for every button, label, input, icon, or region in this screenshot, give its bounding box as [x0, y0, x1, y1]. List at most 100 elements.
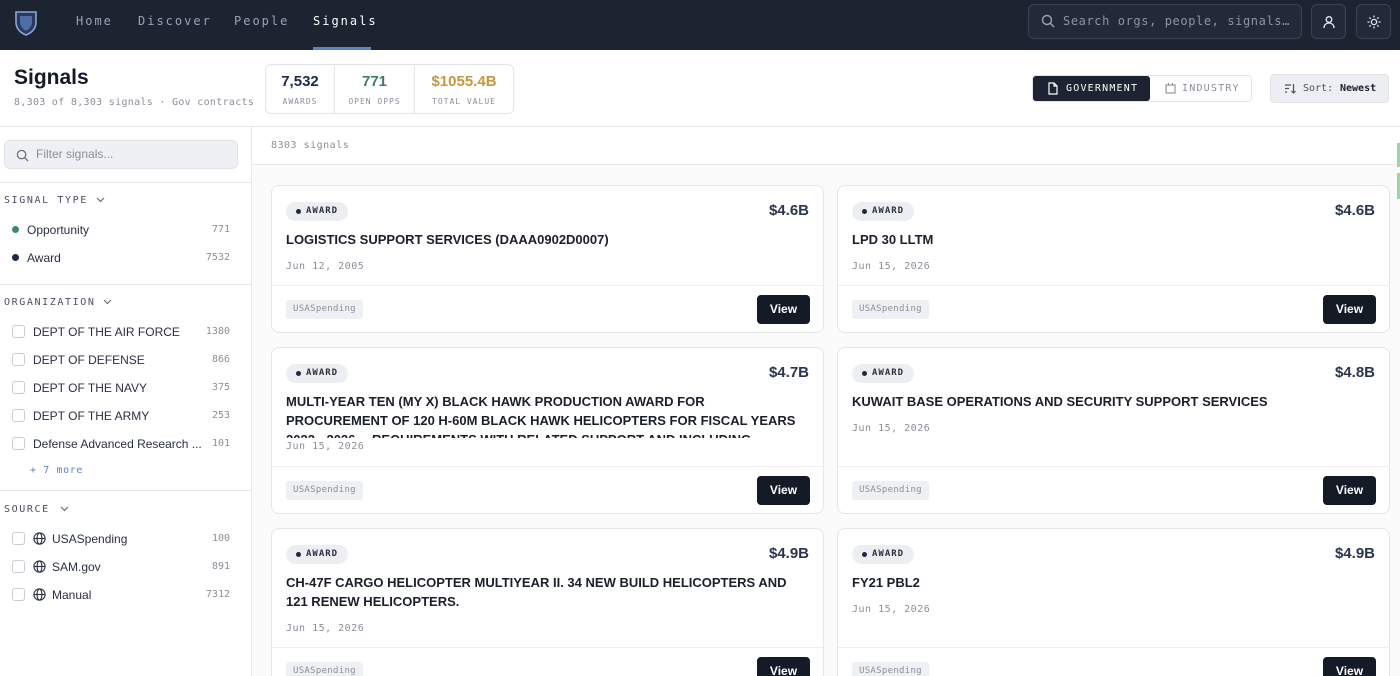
stat-open-opps-label: OPEN OPPS: [348, 97, 401, 106]
org-filter-item[interactable]: DEPT OF DEFENSE 866: [0, 349, 240, 371]
signal-date: Jun 15, 2026: [852, 604, 931, 615]
organization-heading[interactable]: ORGANIZATION: [4, 297, 112, 308]
view-button[interactable]: View: [757, 476, 810, 505]
org-label: DEPT OF THE AIR FORCE: [33, 325, 180, 339]
signal-type-heading[interactable]: SIGNAL TYPE: [4, 195, 105, 206]
signal-date: Jun 12, 2005: [286, 261, 365, 272]
signal-title[interactable]: CH-47F CARGO HELICOPTER MULTIYEAR II. 34…: [286, 573, 809, 611]
source-tag: USASpending: [852, 481, 929, 500]
filters-sidebar: Filter signals... SIGNAL TYPE Opportunit…: [0, 127, 252, 676]
org-filter-item[interactable]: DEPT OF THE ARMY 253: [0, 405, 240, 427]
signal-card[interactable]: AWARD $4.6B LPD 30 LLTM Jun 15, 2026 USA…: [837, 185, 1390, 333]
search-icon: [16, 149, 29, 162]
org-count: 101: [211, 438, 230, 449]
signal-card[interactable]: AWARD $4.8B KUWAIT BASE OPERATIONS AND S…: [837, 347, 1390, 514]
sun-icon: [1367, 15, 1381, 29]
signal-type-label: Opportunity: [27, 223, 90, 237]
sector-toggle: GOVERNMENT INDUSTRY: [1032, 75, 1252, 102]
signal-type-opportunity[interactable]: Opportunity 771: [0, 219, 240, 241]
badge-label: AWARD: [872, 368, 905, 378]
document-icon: [1048, 82, 1058, 95]
view-button[interactable]: View: [1323, 295, 1376, 324]
organization-heading-label: ORGANIZATION: [4, 297, 96, 308]
source-tag: USASpending: [286, 662, 363, 676]
stat-open-opps-value: 771: [361, 73, 388, 90]
nav-home-link[interactable]: Home: [76, 0, 113, 50]
badge-label: AWARD: [306, 549, 339, 559]
view-button[interactable]: View: [757, 657, 810, 676]
signal-title[interactable]: MULTI-YEAR TEN (MY X) BLACK HAWK PRODUCT…: [286, 392, 809, 438]
source-heading[interactable]: SOURCE: [4, 504, 69, 515]
view-button[interactable]: View: [1323, 476, 1376, 505]
badge-label: AWARD: [306, 206, 339, 216]
checkbox[interactable]: [12, 353, 25, 366]
top-navigation-bar: Home Discover People Signals Search orgs…: [0, 0, 1400, 50]
user-profile-button[interactable]: [1311, 4, 1346, 39]
page-subtitle: 8,303 of 8,303 signals · Gov contracts: [14, 97, 255, 108]
source-filter-item[interactable]: SAM.gov 891: [0, 556, 240, 578]
view-button[interactable]: View: [1323, 657, 1376, 676]
signal-type-award[interactable]: Award 7532: [0, 247, 240, 269]
checkbox[interactable]: [12, 560, 25, 573]
view-button[interactable]: View: [757, 295, 810, 324]
signal-title[interactable]: KUWAIT BASE OPERATIONS AND SECURITY SUPP…: [852, 392, 1375, 411]
org-count: 253: [211, 410, 230, 421]
checkbox[interactable]: [12, 588, 25, 601]
nav-people-link[interactable]: People: [234, 0, 289, 50]
badge-label: AWARD: [872, 549, 905, 559]
org-filter-item[interactable]: Defense Advanced Research ... 101: [0, 433, 240, 455]
card-divider: [838, 466, 1389, 467]
source-count: 7312: [205, 589, 230, 600]
source-heading-label: SOURCE: [4, 504, 50, 515]
stat-awards: 7,532 AWARDS: [266, 65, 334, 113]
status-dot-icon: [12, 226, 19, 233]
show-more-orgs-link[interactable]: + 7 more: [30, 465, 83, 476]
stat-awards-label: AWARDS: [282, 97, 318, 106]
source-filter-item[interactable]: Manual 7312: [0, 584, 240, 606]
checkbox[interactable]: [12, 325, 25, 338]
signal-title[interactable]: LOGISTICS SUPPORT SERVICES (DAAA0902D000…: [286, 230, 809, 249]
checkbox[interactable]: [12, 532, 25, 545]
global-search-input[interactable]: Search orgs, people, signals…: [1028, 4, 1302, 39]
stats-summary: 7,532 AWARDS 771 OPEN OPPS $1055.4B TOTA…: [265, 64, 514, 114]
sort-button[interactable]: Sort: Newest: [1270, 74, 1389, 103]
nav-discover-link[interactable]: Discover: [138, 0, 212, 50]
user-icon: [1323, 16, 1335, 29]
signal-title[interactable]: LPD 30 LLTM: [852, 230, 1375, 249]
signal-card[interactable]: AWARD $4.9B CH-47F CARGO HELICOPTER MULT…: [271, 528, 824, 676]
checkbox[interactable]: [12, 381, 25, 394]
results-count: 8303 signals: [271, 140, 350, 151]
stat-awards-value: 7,532: [281, 73, 319, 90]
signal-card[interactable]: AWARD $4.9B FY21 PBL2 Jun 15, 2026 USASp…: [837, 528, 1390, 676]
card-divider: [272, 647, 823, 648]
signal-card[interactable]: AWARD $4.7B MULTI-YEAR TEN (MY X) BLACK …: [271, 347, 824, 514]
filter-signals-input[interactable]: Filter signals...: [4, 140, 238, 169]
org-count: 866: [211, 354, 230, 365]
source-label: Manual: [52, 588, 92, 602]
industry-tab-label: INDUSTRY: [1182, 83, 1240, 94]
signal-type-heading-label: SIGNAL TYPE: [4, 195, 88, 206]
filter-placeholder: Filter signals...: [36, 147, 114, 161]
card-divider: [272, 285, 823, 286]
checkbox[interactable]: [12, 437, 25, 450]
award-amount: $4.6B: [768, 202, 809, 219]
org-filter-item[interactable]: DEPT OF THE NAVY 375: [0, 377, 240, 399]
sidebar-divider: [0, 284, 251, 285]
industry-tab[interactable]: INDUSTRY: [1150, 76, 1251, 101]
org-filter-item[interactable]: DEPT OF THE AIR FORCE 1380: [0, 321, 240, 343]
shield-logo-icon[interactable]: [14, 10, 38, 36]
theme-toggle-button[interactable]: [1356, 4, 1391, 39]
sort-icon: [1285, 84, 1296, 94]
globe-icon: [33, 560, 46, 573]
government-tab[interactable]: GOVERNMENT: [1033, 76, 1150, 101]
signal-title[interactable]: FY21 PBL2: [852, 573, 1375, 592]
source-filter-item[interactable]: USASpending 100: [0, 528, 240, 550]
checkbox[interactable]: [12, 409, 25, 422]
signal-card[interactable]: AWARD $4.6B LOGISTICS SUPPORT SERVICES (…: [271, 185, 824, 333]
card-divider: [838, 285, 1389, 286]
org-label: DEPT OF THE ARMY: [33, 409, 150, 423]
chevron-down-icon: [60, 506, 69, 512]
source-tag: USASpending: [286, 481, 363, 500]
nav-signals-link[interactable]: Signals: [313, 0, 378, 50]
award-badge: AWARD: [852, 202, 914, 221]
